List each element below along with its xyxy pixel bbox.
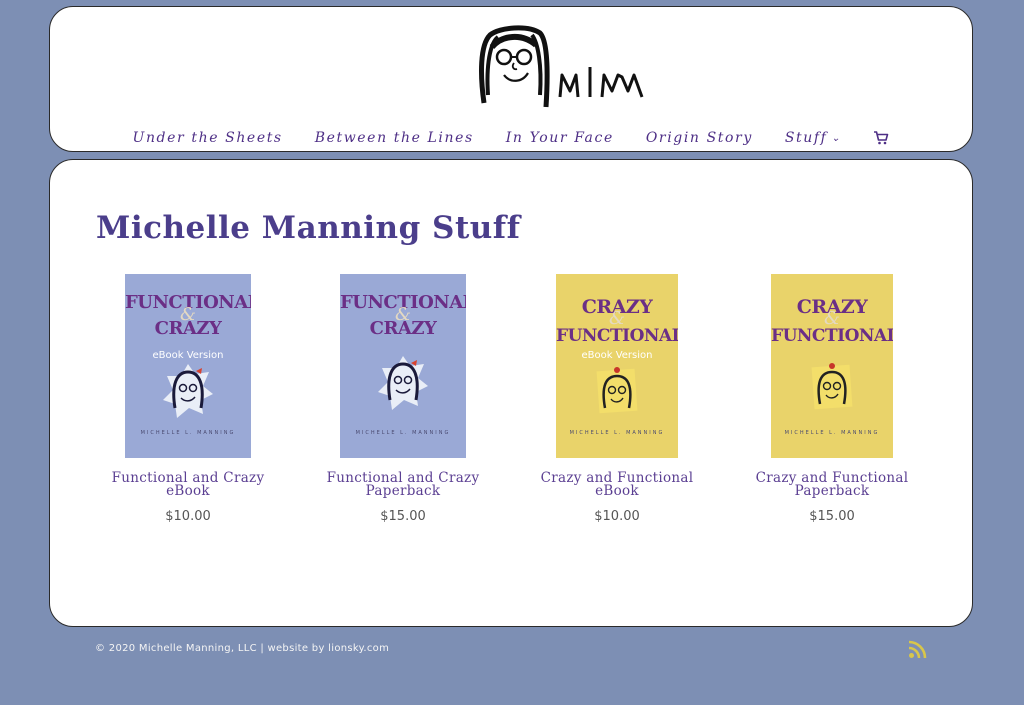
chevron-down-icon: ⌄ [831, 132, 842, 144]
product-name[interactable]: Functional and Crazy Paperback [303, 471, 503, 499]
cover-title-line2: FUNCTIONAL [771, 326, 893, 346]
product-image[interactable]: FUNCTIONAL & CRAZY eBook Version MICHELL… [125, 274, 251, 458]
page-title: Michelle Manning Stuff [96, 210, 521, 246]
cover-title-line2: CRAZY [154, 318, 222, 339]
product-image[interactable]: CRAZY & FUNCTIONAL MICHELLE L. MANNING [771, 274, 893, 458]
product-name-line2: eBook [595, 483, 639, 499]
product-name[interactable]: Crazy and Functional Paperback [732, 471, 932, 499]
cover-author: MICHELLE L. MANNING [784, 430, 880, 436]
nav-item-label: Stuff [784, 130, 828, 146]
nav-item-label: Origin Story [645, 130, 753, 146]
face-illustration [378, 356, 428, 410]
rss-icon[interactable] [908, 640, 927, 659]
shopping-cart-icon [874, 131, 889, 145]
face-illustration [811, 363, 853, 410]
product-card: CRAZY & FUNCTIONAL eBook Version MICHELL… [517, 274, 717, 524]
product-card: FUNCTIONAL & CRAZY MICHELLE L. MANNING F… [303, 274, 503, 524]
product-image[interactable]: CRAZY & FUNCTIONAL eBook Version MICHELL… [556, 274, 678, 458]
cover-author: MICHELLE L. MANNING [569, 430, 665, 436]
nav-item-label: Under the Sheets [132, 130, 283, 146]
main-content: Michelle Manning Stuff FUNCTIONAL & CRAZ… [49, 159, 973, 627]
product-price: $10.00 [165, 509, 211, 524]
nav-item-stuff[interactable]: Stuff ⌄ [769, 130, 858, 146]
cover-title-line2: FUNCTIONAL [556, 326, 678, 346]
product-price: $10.00 [594, 509, 640, 524]
cover-badge: eBook Version [152, 350, 224, 361]
face-illustration [596, 367, 638, 414]
nav-item-under-the-sheets[interactable]: Under the Sheets [117, 130, 299, 146]
cover-badge: eBook Version [581, 350, 653, 361]
product-image[interactable]: FUNCTIONAL & CRAZY MICHELLE L. MANNING [340, 274, 466, 458]
product-price: $15.00 [809, 509, 855, 524]
product-name-line2: eBook [166, 483, 210, 499]
cover-author: MICHELLE L. MANNING [140, 430, 236, 436]
site-header: Under the Sheets Between the Lines In Yo… [49, 6, 973, 152]
nav-item-label: In Your Face [505, 130, 614, 146]
cover-author: MICHELLE L. MANNING [355, 430, 451, 436]
nav-cart[interactable] [857, 131, 905, 145]
product-name[interactable]: Functional and Crazy eBook [88, 471, 288, 499]
site-logo[interactable] [478, 25, 648, 111]
face-illustration [163, 364, 213, 418]
main-nav: Under the Sheets Between the Lines In Yo… [50, 125, 972, 151]
nav-item-label: Between the Lines [314, 130, 474, 146]
cover-title-line2: CRAZY [369, 318, 437, 339]
product-price: $15.00 [380, 509, 426, 524]
product-card: CRAZY & FUNCTIONAL MICHELLE L. MANNING C… [732, 274, 932, 524]
product-name-line2: Paperback [794, 483, 870, 499]
product-name-line2: Paperback [365, 483, 441, 499]
nav-item-between-the-lines[interactable]: Between the Lines [299, 130, 490, 146]
nav-item-origin-story[interactable]: Origin Story [630, 130, 769, 146]
footer-copyright: © 2020 Michelle Manning, LLC | website b… [95, 643, 390, 654]
product-card: FUNCTIONAL & CRAZY eBook Version MICHELL… [88, 274, 288, 524]
product-name[interactable]: Crazy and Functional eBook [517, 471, 717, 499]
nav-item-in-your-face[interactable]: In Your Face [490, 130, 630, 146]
